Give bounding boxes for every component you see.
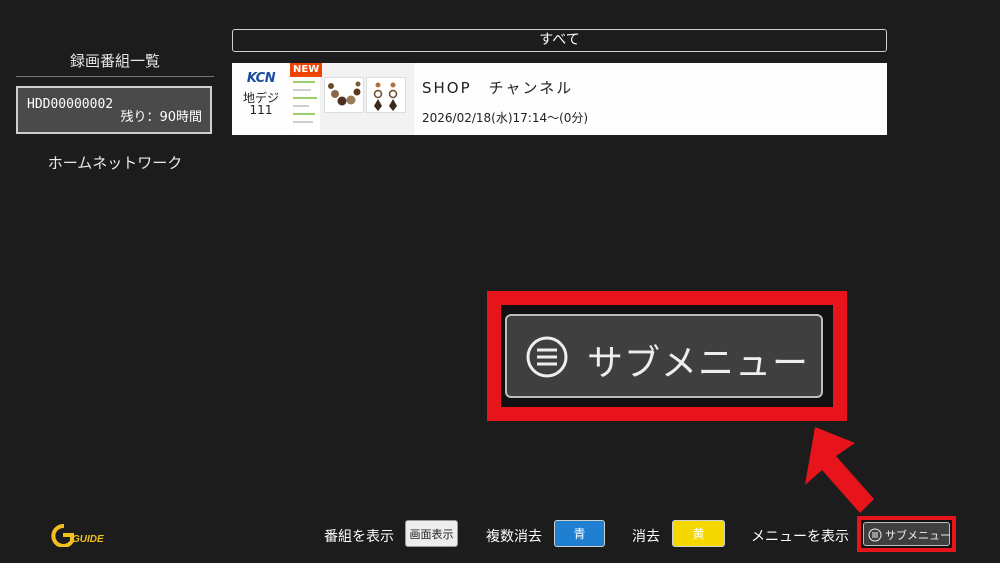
recording-row[interactable]: KCN 地デジ 111 NEW SHOP チャンネル 2026/02/18(水)… (232, 63, 887, 135)
channel-brand: KCN (246, 71, 276, 86)
menu-lines-icon (868, 527, 882, 546)
program-thumbnail: NEW (290, 63, 414, 135)
program-datetime: 2026/02/18(水)17:14～(0分) (422, 111, 589, 125)
channel-number: 111 (249, 103, 273, 117)
program-title: SHOP チャンネル (422, 79, 574, 97)
submenu-button-zoomed[interactable]: サブメニュー (505, 314, 823, 398)
submenu-button[interactable]: サブメニュー (863, 522, 951, 546)
submenu-label: サブメニュー (885, 529, 951, 542)
sidebar-title: 録画番組一覧 (69, 52, 160, 70)
show-menu-label: メニューを表示 (751, 529, 849, 545)
new-badge: NEW (290, 63, 323, 77)
display-key[interactable]: 画面表示 (405, 520, 458, 547)
yellow-key[interactable]: 黄 (672, 520, 725, 547)
sidebar-item-hdd[interactable]: HDD00000002 残り：90時間 (16, 86, 212, 134)
drive-remaining: 残り：90時間 (120, 110, 202, 125)
earrings-image (366, 77, 406, 113)
drive-name: HDD00000002 (27, 97, 114, 112)
delete-label: 消去 (632, 529, 660, 545)
submenu-label-zoomed: サブメニュー (587, 343, 810, 384)
channel-logo: KCN 地デジ 111 (232, 63, 290, 135)
blue-key[interactable]: 青 (554, 520, 605, 547)
sidebar-divider (16, 76, 214, 77)
sidebar-item-home-network[interactable]: ホームネットワーク (16, 152, 214, 173)
show-program-label: 番組を表示 (324, 529, 394, 545)
gguide-logo: GUIDE (51, 524, 104, 547)
pointer-arrow-icon (805, 427, 874, 513)
svg-text:GUIDE: GUIDE (72, 534, 104, 545)
filter-tab-all[interactable]: すべて (232, 29, 887, 52)
necklace-image (324, 77, 364, 113)
multi-delete-label: 複数消去 (486, 529, 542, 545)
menu-lines-icon (525, 335, 569, 383)
